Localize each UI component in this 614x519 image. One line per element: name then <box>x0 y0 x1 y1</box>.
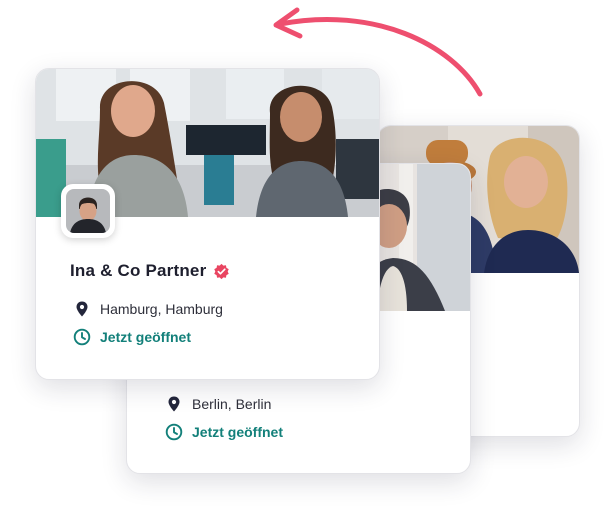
clock-icon <box>165 423 183 441</box>
clock-icon <box>73 328 91 346</box>
profile-card-front[interactable]: Ina & Co Partner Hamburg, Hamburg Jetzt … <box>35 68 380 380</box>
map-pin-icon <box>165 395 183 413</box>
location-row: Berlin, Berlin <box>165 395 271 413</box>
location-text: Hamburg, Hamburg <box>100 301 223 317</box>
avatar <box>61 184 115 238</box>
business-name: Ina & Co Partner <box>70 261 207 280</box>
opening-status-row: Jetzt geöffnet <box>165 423 283 441</box>
opening-status-text: Jetzt geöffnet <box>192 424 283 440</box>
opening-status-text: Jetzt geöffnet <box>100 329 191 345</box>
map-pin-icon <box>73 300 91 318</box>
location-row: Hamburg, Hamburg <box>73 300 223 318</box>
opening-status-row: Jetzt geöffnet <box>73 328 191 346</box>
verified-badge-icon <box>213 263 230 280</box>
business-name-row: Ina & Co Partner <box>70 261 230 281</box>
location-text: Berlin, Berlin <box>192 396 272 412</box>
